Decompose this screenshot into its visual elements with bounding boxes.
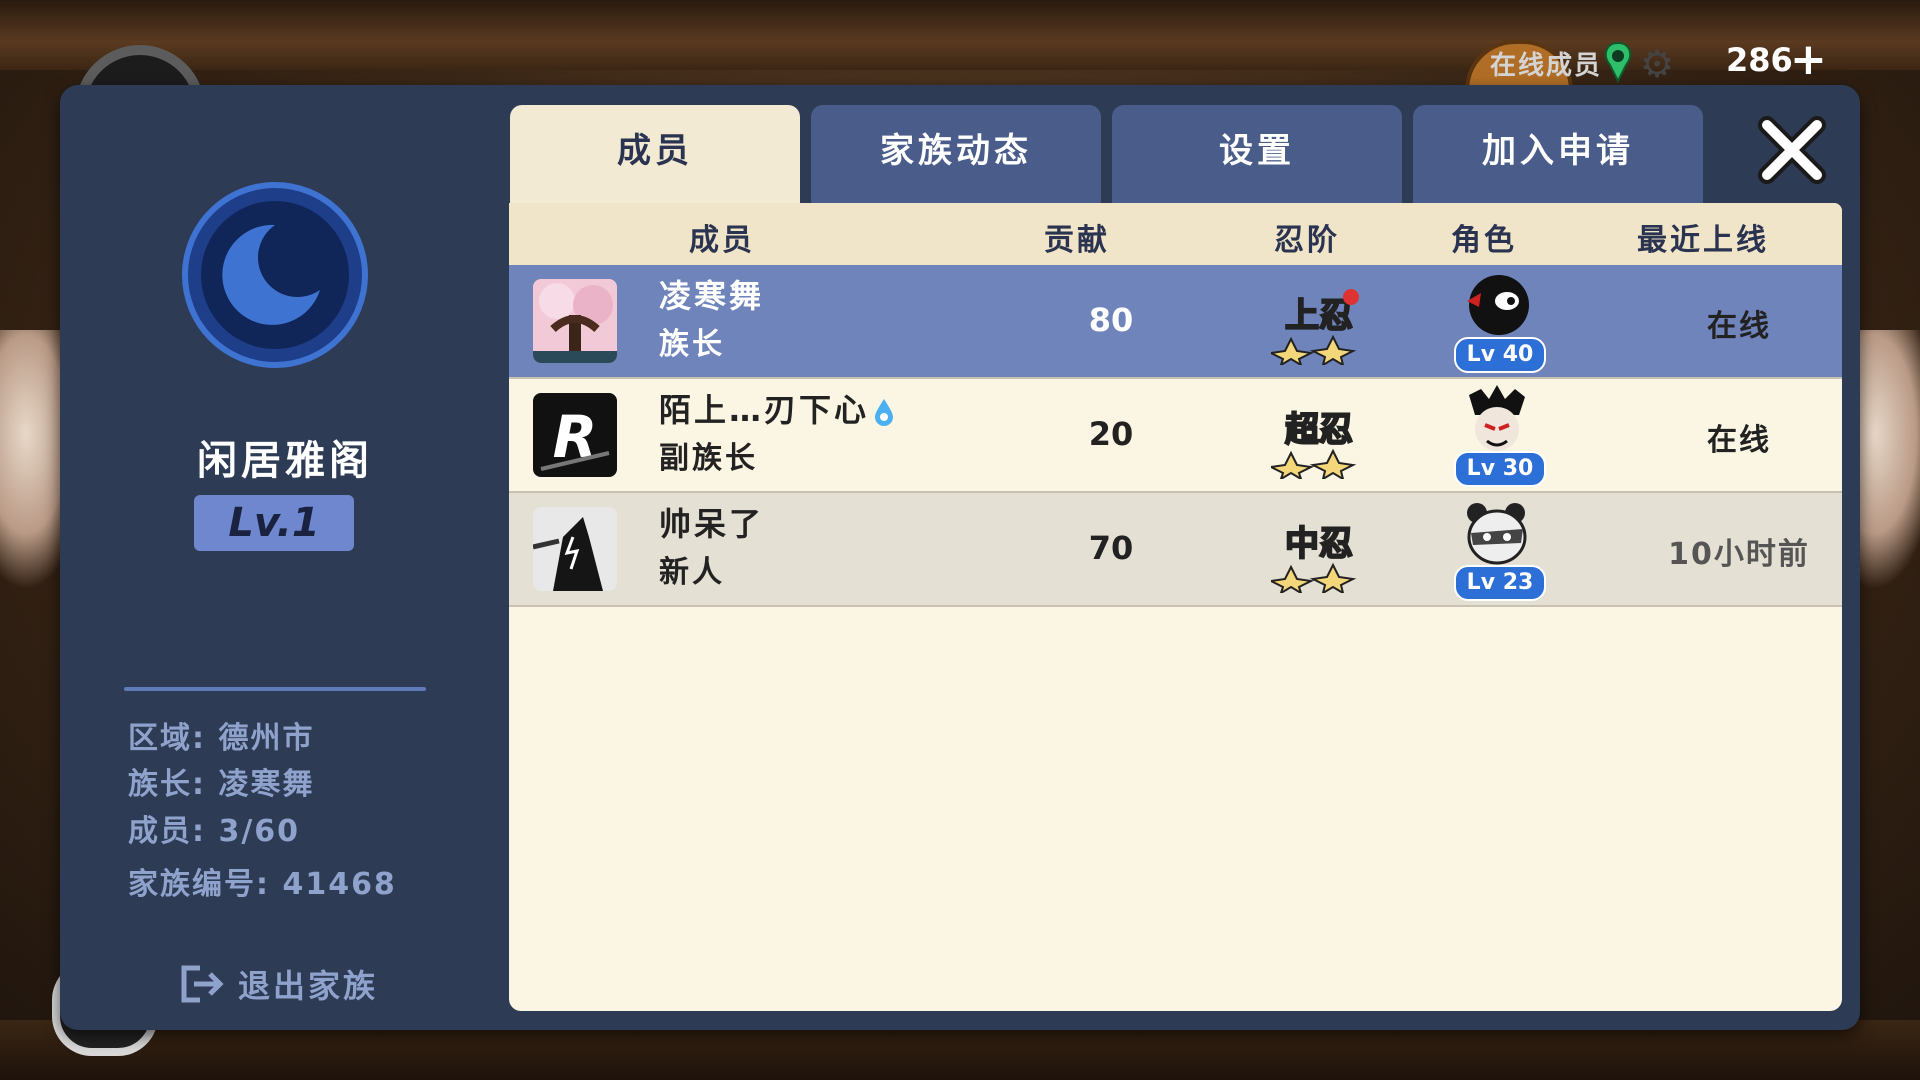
clan-name: 闲居雅阁 <box>197 438 373 484</box>
rank-label: 上忍 <box>1285 296 1353 336</box>
last-online: 在线 <box>1707 423 1771 458</box>
member-role: 新人 <box>659 555 725 590</box>
add-gems-button[interactable]: + <box>1790 35 1827 85</box>
tab-join-requests[interactable]: 加入申请 <box>1413 105 1703 203</box>
tengu-mask-icon <box>1469 385 1525 451</box>
table-row[interactable]: R 陌上…刃下心 副族长 20 超忍 Lv 30 在线 <box>509 379 1842 493</box>
rank-label: 超忍 <box>1285 410 1353 450</box>
panda-ninja-icon <box>1467 503 1527 565</box>
gear-icon: ⚙ <box>1640 42 1675 86</box>
member-role: 族长 <box>659 327 725 362</box>
clan-emblem-icon <box>182 182 368 368</box>
water-drop-icon <box>875 399 894 426</box>
online-members-label: 在线成员 <box>1490 51 1603 81</box>
table-row[interactable]: 帅呆了 新人 70 中忍 Lv 23 10小时前 <box>509 493 1842 607</box>
rank-label: 中忍 <box>1285 524 1353 564</box>
clan-id: 家族编号: 41468 <box>128 867 397 902</box>
tab-settings[interactable]: 设置 <box>1112 105 1402 203</box>
online-indicator-icon <box>1604 41 1632 83</box>
member-role: 副族长 <box>659 441 758 476</box>
avatar: R <box>533 393 617 477</box>
clan-region: 区域: 德州市 <box>128 721 315 756</box>
avatar <box>533 507 617 591</box>
character-level-badge: Lv 30 <box>1454 451 1546 487</box>
member-name: 凌寒舞 <box>659 277 765 315</box>
gem-count: 286 <box>1726 41 1793 79</box>
header-rank: 忍阶 <box>1274 223 1340 258</box>
exit-clan-button[interactable]: 退出家族 <box>180 961 378 1007</box>
sidebar-divider <box>124 687 426 691</box>
clan-member-count: 成员: 3/60 <box>128 814 301 849</box>
last-online: 在线 <box>1707 309 1771 344</box>
close-icon[interactable] <box>1755 113 1829 187</box>
member-table: 成员 贡献 忍阶 角色 最近上线 凌寒舞 族长 80 上忍 Lv 40 在线 R… <box>509 203 1842 1011</box>
header-member: 成员 <box>689 223 755 258</box>
member-contribution: 80 <box>1088 301 1134 339</box>
clan-panel: 闲居雅阁 Lv.1 区域: 德州市 族长: 凌寒舞 成员: 3/60 家族编号:… <box>60 85 1860 1030</box>
header-character: 角色 <box>1451 223 1517 258</box>
member-name: 帅呆了 <box>659 505 765 543</box>
member-name: 陌上…刃下心 <box>659 385 895 431</box>
table-header: 成员 贡献 忍阶 角色 最近上线 <box>509 203 1842 265</box>
rank-jonin-icon: 上忍 <box>1271 289 1359 365</box>
clan-leader: 族长: 凌寒舞 <box>128 767 315 802</box>
black-ninja-icon <box>1467 275 1529 335</box>
exit-clan-label: 退出家族 <box>238 967 379 1005</box>
character-level-badge: Lv 40 <box>1454 337 1546 373</box>
character-level-badge: Lv 23 <box>1454 565 1546 601</box>
table-row[interactable]: 凌寒舞 族长 80 上忍 Lv 40 在线 <box>509 265 1842 379</box>
tab-members[interactable]: 成员 <box>510 105 800 203</box>
exit-icon <box>181 965 224 1003</box>
header-last-online: 最近上线 <box>1637 223 1769 258</box>
tab-clan-activity[interactable]: 家族动态 <box>811 105 1101 203</box>
top-status-bar: 在线成员 ⚙ 286 + <box>1490 35 1920 91</box>
rank-chunin-icon: 中忍 <box>1271 523 1357 593</box>
clan-level-badge: Lv.1 <box>194 495 354 551</box>
member-contribution: 70 <box>1088 529 1134 567</box>
rank-super-ninja-icon: 超忍 <box>1271 409 1357 479</box>
member-contribution: 20 <box>1088 415 1134 453</box>
avatar <box>533 279 617 363</box>
last-online: 10小时前 <box>1668 537 1810 572</box>
header-contribution: 贡献 <box>1044 223 1110 258</box>
